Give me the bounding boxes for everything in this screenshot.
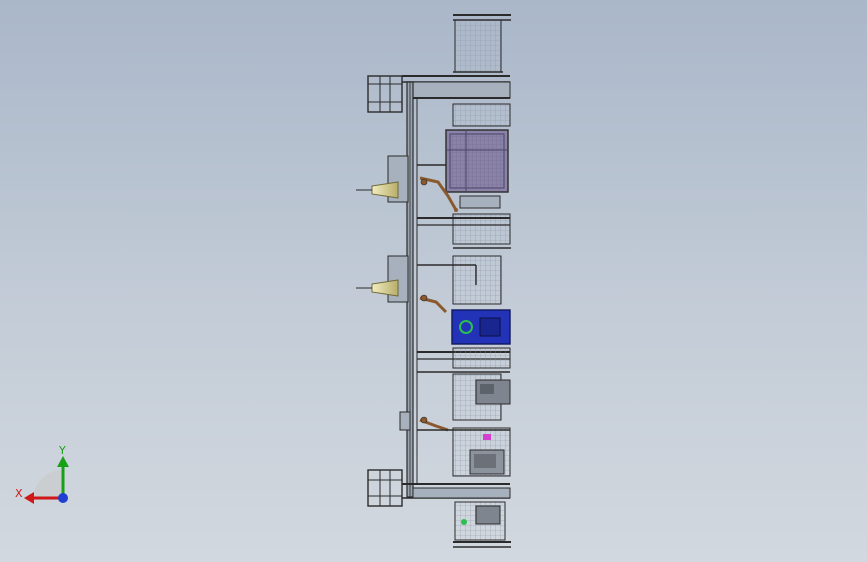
machine-station-1 <box>417 103 511 249</box>
cad-viewport[interactable]: Y X <box>0 0 867 562</box>
y-axis-label: Y <box>58 444 66 457</box>
machine-station-2 <box>417 255 511 369</box>
machine-station-4 <box>417 427 511 477</box>
x-axis-label: X <box>15 487 23 500</box>
robot-cell-3 <box>399 411 449 432</box>
top-guard-panel <box>453 14 511 73</box>
coordinate-triad: Y X <box>15 444 69 504</box>
assembly-drawing[interactable]: Y X <box>0 0 867 562</box>
bottom-guard-panel <box>453 501 511 548</box>
machine-station-3 <box>417 371 511 421</box>
